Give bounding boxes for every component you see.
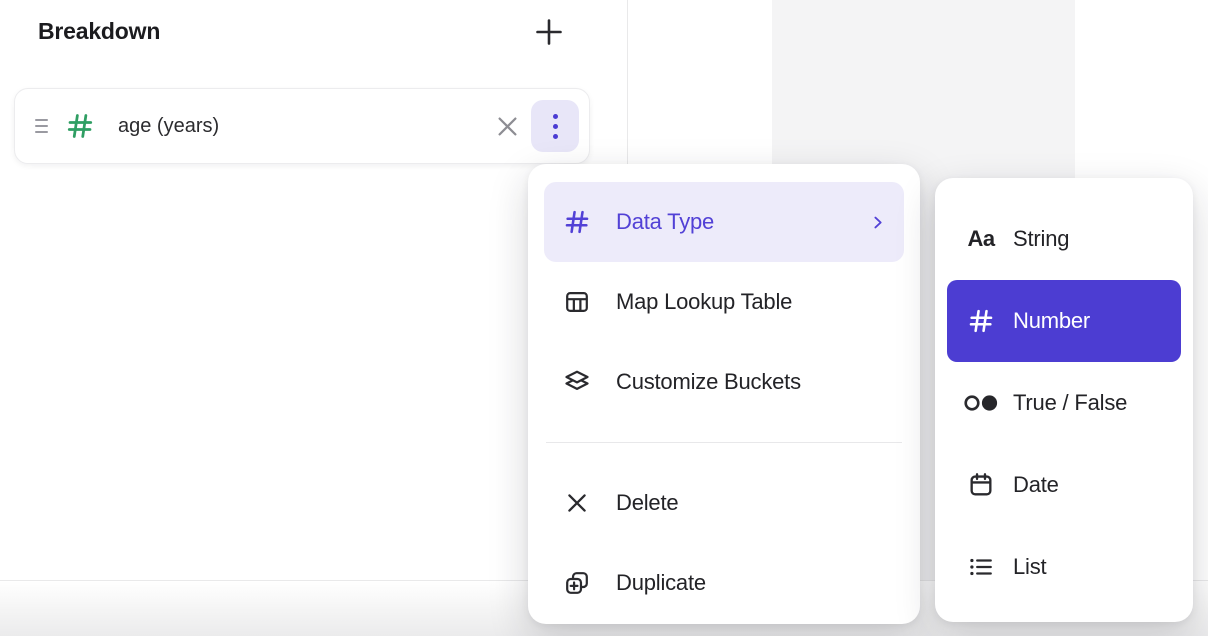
- two-circles-icon: [963, 392, 999, 414]
- drag-handle-icon[interactable]: [35, 119, 48, 133]
- submenu-item-string[interactable]: Aa String: [947, 198, 1181, 280]
- submenu-item-true-false[interactable]: True / False: [947, 362, 1181, 444]
- menu-item-customize-buckets[interactable]: Customize Buckets: [544, 342, 904, 422]
- menu-divider: [546, 442, 902, 443]
- chevron-right-icon: [869, 214, 886, 231]
- kebab-dot: [553, 114, 558, 119]
- submenu-item-number[interactable]: Number: [947, 280, 1181, 362]
- data-type-submenu: Aa String Number True / False Date: [935, 178, 1193, 622]
- menu-item-delete[interactable]: Delete: [544, 463, 904, 543]
- string-icon: Aa: [963, 226, 999, 252]
- hash-icon: [562, 208, 592, 236]
- field-options-menu: Data Type Map Lookup Table Customize Buc…: [528, 164, 920, 624]
- field-name-label: age (years): [118, 115, 219, 138]
- kebab-dot: [553, 124, 558, 129]
- hash-icon: [963, 307, 999, 335]
- field-options-button[interactable]: [531, 100, 579, 152]
- table-icon: [562, 288, 592, 316]
- submenu-item-label: String: [1013, 226, 1069, 252]
- kebab-dot: [553, 134, 558, 139]
- menu-item-label: Map Lookup Table: [616, 289, 792, 315]
- menu-item-label: Duplicate: [616, 570, 706, 596]
- calendar-icon: [963, 471, 999, 499]
- submenu-item-label: Number: [1013, 308, 1090, 334]
- submenu-item-date[interactable]: Date: [947, 444, 1181, 526]
- submenu-item-label: Date: [1013, 472, 1059, 498]
- add-breakdown-button[interactable]: [533, 16, 565, 48]
- menu-item-label: Customize Buckets: [616, 369, 801, 395]
- list-icon: [963, 554, 999, 580]
- menu-item-label: Data Type: [616, 209, 714, 235]
- remove-field-button[interactable]: [490, 109, 524, 143]
- layers-icon: [562, 368, 592, 396]
- page-title: Breakdown: [38, 18, 160, 45]
- submenu-item-label: List: [1013, 554, 1046, 580]
- menu-item-duplicate[interactable]: Duplicate: [544, 543, 904, 623]
- plus-icon: [534, 17, 564, 47]
- menu-item-label: Delete: [616, 490, 678, 516]
- menu-item-data-type[interactable]: Data Type: [544, 182, 904, 262]
- hash-icon: [65, 111, 95, 141]
- breakdown-field-chip[interactable]: age (years): [14, 88, 590, 164]
- duplicate-icon: [562, 569, 592, 597]
- x-icon: [562, 490, 592, 516]
- submenu-item-label: True / False: [1013, 390, 1127, 416]
- menu-item-map-lookup-table[interactable]: Map Lookup Table: [544, 262, 904, 342]
- close-icon: [494, 113, 521, 140]
- submenu-item-list[interactable]: List: [947, 526, 1181, 608]
